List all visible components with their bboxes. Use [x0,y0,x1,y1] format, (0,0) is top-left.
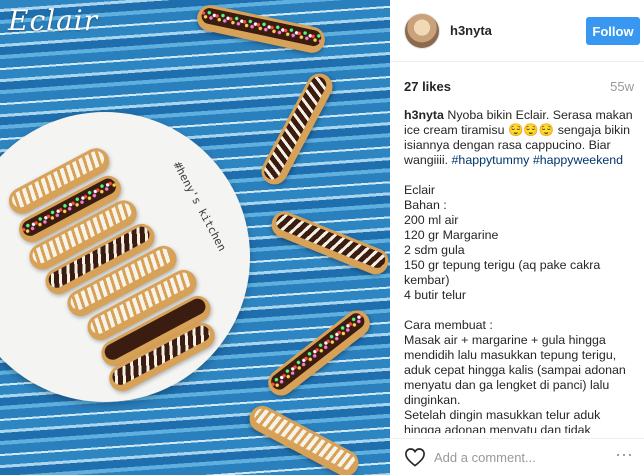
caption-line: 150 gr tepung terigu (aq pake cakra [404,258,636,273]
eclair [267,207,390,279]
caption-line: Cara membuat : [404,318,636,333]
caption-text: Bahan : [404,198,447,212]
post-sidebar: h3nyta Follow 27 likes 55w h3nyta Nyoba … [390,0,644,475]
eclair [194,2,328,56]
comment-bar: ⋯ [390,438,644,475]
hashtag-link[interactable]: #happyweekend [533,153,623,167]
eclair [262,305,376,401]
caption-text: dinginkan. [404,393,461,407]
photo-title: Eclair [8,4,99,37]
caption-text: 4 butir telur [404,288,466,302]
caption-text: 150 gr tepung terigu (aq pake cakra [404,258,601,272]
caption: h3nyta Nyoba bikin Eclair. Serasa makan i… [404,108,636,433]
caption-text: aduk cepat hingga kalis (sampai adonan [404,363,626,377]
eclair [256,69,338,189]
caption-line: 4 butir telur [404,288,636,303]
caption-line: 200 ml air [404,213,636,228]
caption-line: Masak air + margarine + gula hingga [404,333,636,348]
caption-line: h3nyta Nyoba bikin Eclair. Serasa makan [404,108,636,123]
caption-line: isiannya dengan rasa cappucino. Biar [404,138,636,153]
caption-line: menyatu dan ga lengket di panci) lalu [404,378,636,393]
post-age[interactable]: 55w [610,79,634,94]
post-meta: 27 likes 55w [390,62,644,106]
hashtag-link[interactable]: #happytummy [452,153,530,167]
comment-input[interactable] [434,447,584,467]
caption-line: ice cream tiramisu 😌😌😌 sengaja bikin [404,123,636,138]
caption-line: 2 sdm gula [404,243,636,258]
caption-line: Bahan : [404,198,636,213]
post-header: h3nyta Follow [390,0,644,62]
caption-line: wangiiii. #happytummy #happyweekend [404,153,636,168]
caption-text: hingga adonan menyatu dan tidak [404,423,591,433]
caption-line: hingga adonan menyatu dan tidak [404,423,636,433]
caption-text: Cara membuat : [404,318,493,332]
avatar[interactable] [404,13,440,49]
caption-text: ice cream tiramisu 😌😌😌 sengaja bikin [404,123,631,137]
caption-text: Eclair [404,183,435,197]
caption-line: aduk cepat hingga kalis (sampai adonan [404,363,636,378]
caption-username[interactable]: h3nyta [404,108,444,122]
follow-button[interactable]: Follow [586,17,640,45]
post-photo[interactable]: Eclair #heny's kitchen [0,0,390,475]
eclair [244,401,364,475]
caption-line: kembar) [404,273,636,288]
caption-text: Masak air + margarine + gula hingga [404,333,606,347]
username[interactable]: h3nyta [450,23,492,38]
caption-text: isiannya dengan rasa cappucino. Biar [404,138,611,152]
caption-text: Setelah dingin masukkan telur aduk [404,408,601,422]
more-options-icon[interactable]: ⋯ [614,445,634,465]
caption-text: 200 ml air [404,213,459,227]
caption-text: Nyoba bikin Eclair. Serasa makan [443,108,633,122]
caption-line: mendidih lalu masukkan tepung terigu, [404,348,636,363]
caption-text: 120 gr Margarine [404,228,499,242]
heart-icon[interactable] [404,447,426,467]
caption-text: mendidih lalu masukkan tepung terigu, [404,348,617,362]
caption-line: Setelah dingin masukkan telur aduk [404,408,636,423]
caption-line: dinginkan. [404,393,636,408]
caption-text: kembar) [404,273,450,287]
caption-text: menyatu dan ga lengket di panci) lalu [404,378,610,392]
caption-line: Eclair [404,183,636,198]
caption-text: 2 sdm gula [404,243,465,257]
likes-count[interactable]: 27 likes [404,79,451,94]
caption-line: 120 gr Margarine [404,228,636,243]
caption-text: wangiiii. [404,153,452,167]
